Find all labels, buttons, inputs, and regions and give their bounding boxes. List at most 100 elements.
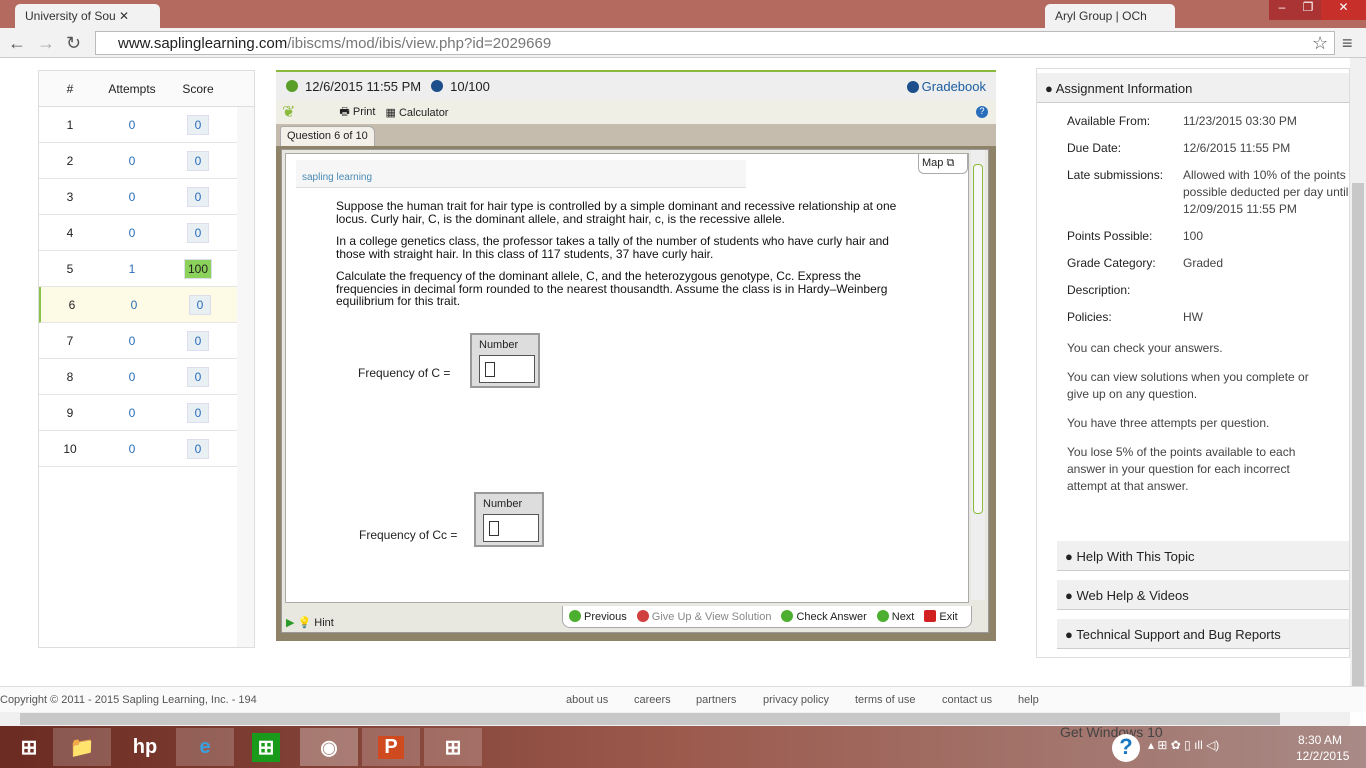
policy-note: You lose 5% of the points available to e… [1067,445,1296,493]
hp-icon[interactable]: hp [116,728,174,766]
reload-icon[interactable]: ↻ [66,33,81,54]
ie-icon[interactable]: e [176,728,234,766]
question-row[interactable]: 7 0 0 [39,323,237,359]
sapling-leaf-icon: ❦ [282,104,296,121]
info-key: Description: [1067,283,1131,297]
browser-tab[interactable]: University of Sou ✕ [15,4,160,28]
question-scrollbar[interactable] [971,150,985,600]
forward-icon[interactable]: → [37,33,55,54]
calculator-button[interactable]: ▦ Calculator [385,106,448,119]
footer-link[interactable]: partners [696,694,736,706]
chrome-icon[interactable]: ◉ [300,728,358,766]
question-row[interactable]: 5 1 100 [39,251,237,287]
question-row[interactable]: 8 0 0 [39,359,237,395]
attempts: 0 [128,153,136,168]
question-text: Suppose the human trait for hair type is… [336,199,897,308]
score-badge: 0 [187,222,209,243]
score-badge: 100 [183,258,213,279]
score-badge: 0 [187,402,209,423]
store-icon[interactable]: ⊞ [237,728,295,766]
policy-note: You can check your answers. [1067,341,1223,355]
footer-link[interactable]: terms of use [855,694,916,706]
map-button[interactable]: Map ⧉ [918,154,968,174]
file-explorer-icon[interactable]: 📁 [53,728,111,766]
maximize-button[interactable]: ❐ [1295,0,1321,20]
info-key: Policies: [1067,310,1112,324]
question-row[interactable]: 6 0 0 [39,287,237,323]
footer-link[interactable]: about us [566,694,608,706]
footer-link[interactable]: help [1018,694,1039,706]
footer-link[interactable]: careers [634,694,671,706]
info-value: Graded [1183,256,1224,270]
clock-time[interactable]: 8:30 AM [1298,733,1342,747]
attempts: 0 [130,297,138,312]
give-up-button[interactable]: Give Up & View Solution [636,610,771,623]
print-button[interactable]: 🖶 Print [339,103,375,122]
footer-link[interactable]: contact us [942,694,992,706]
previous-button[interactable]: Previous [569,610,627,623]
assignment-info-panel: ● Assignment Information Available From:… [1036,68,1350,658]
attempts: 0 [128,333,136,348]
help-topic-section[interactable]: ● Help With This Topic [1057,541,1349,571]
web-help-section[interactable]: ● Web Help & Videos [1057,580,1349,610]
question-number: 10 [63,441,77,456]
tab-title: Aryl Group | OCh [1055,9,1147,23]
lightbulb-icon: 💡 [297,617,312,629]
question-number: 1 [66,117,74,132]
tab-title: University of Sou [25,9,116,23]
taskbar: ⊞ 📁 hp e ⊞ ◉ P ⊞ Get Windows 10 ? ▴ ⊞ ✿ … [0,724,1366,768]
powerpoint-icon[interactable]: P [362,728,420,766]
question-row[interactable]: 10 0 0 [39,431,237,467]
question-row[interactable]: 1 0 0 [39,107,237,143]
start-icon[interactable]: ⊞ [0,728,58,766]
url-input[interactable]: www.saplinglearning.com/ibiscms/mod/ibis… [95,31,1335,55]
close-button[interactable]: ✕ [1321,0,1366,20]
back-icon[interactable]: ← [8,33,26,54]
minimize-button[interactable]: – [1269,0,1295,20]
score-badge: 0 [187,186,209,207]
help-tray-icon[interactable]: ? [1112,734,1140,762]
next-button[interactable]: Next [876,610,914,623]
exit-button[interactable]: Exit [924,610,958,623]
check-answer-button[interactable]: Check Answer [781,610,867,623]
question-number: 5 [66,261,74,276]
info-key: Available From: [1067,114,1151,128]
question-row[interactable]: 3 0 0 [39,179,237,215]
assignment-info-header[interactable]: ● Assignment Information [1037,73,1349,103]
score-badge: 0 [187,438,209,459]
clock-date[interactable]: 12/2/2015 [1296,749,1349,763]
col-header: Score [182,81,214,96]
info-row: Available From: 11/23/2015 03:30 PM [1037,113,1349,130]
tray-icons[interactable]: ▴ ⊞ ✿ ▯ ıll ◁) [1148,738,1219,752]
browser-tab[interactable]: Aryl Group | OCh [1045,4,1175,28]
question-tab[interactable]: Question 6 of 10 [280,126,375,146]
attempts: 0 [128,369,136,384]
grade-icon [431,80,444,92]
page-scrollbar[interactable] [1350,58,1366,712]
printer-icon: 🖶 [339,105,350,118]
menu-icon[interactable]: ≡ [1342,33,1353,54]
footer-link[interactable]: privacy policy [763,694,829,706]
frequency-c-input[interactable] [479,355,535,383]
info-row: Description: [1037,282,1349,299]
frequency-cc-input[interactable] [483,514,539,542]
score-badge: 0 [187,150,209,171]
question-number: 7 [66,333,74,348]
hint-button[interactable]: ▶ 💡 Hint [286,616,334,629]
question-row[interactable]: 2 0 0 [39,143,237,179]
attempts: 0 [128,441,136,456]
windows-icon[interactable]: ⊞ [424,728,482,766]
info-value: 100 [1183,229,1204,243]
scrollbar[interactable] [237,107,254,647]
question-number: 6 [68,297,76,312]
tech-support-section[interactable]: ● Technical Support and Bug Reports [1057,619,1349,649]
tab-strip: University of Sou ✕ Aryl Group | OCh – ❐… [0,0,1366,28]
help-icon[interactable]: ? [976,106,988,118]
star-icon[interactable]: ☆ [1312,33,1328,54]
gradebook-link[interactable]: Gradebook [906,79,986,94]
info-row: Points Possible: 100 [1037,228,1349,245]
info-key: Late submissions: [1067,168,1164,182]
question-row[interactable]: 9 0 0 [39,395,237,431]
attempts: 0 [128,225,136,240]
question-row[interactable]: 4 0 0 [39,215,237,251]
